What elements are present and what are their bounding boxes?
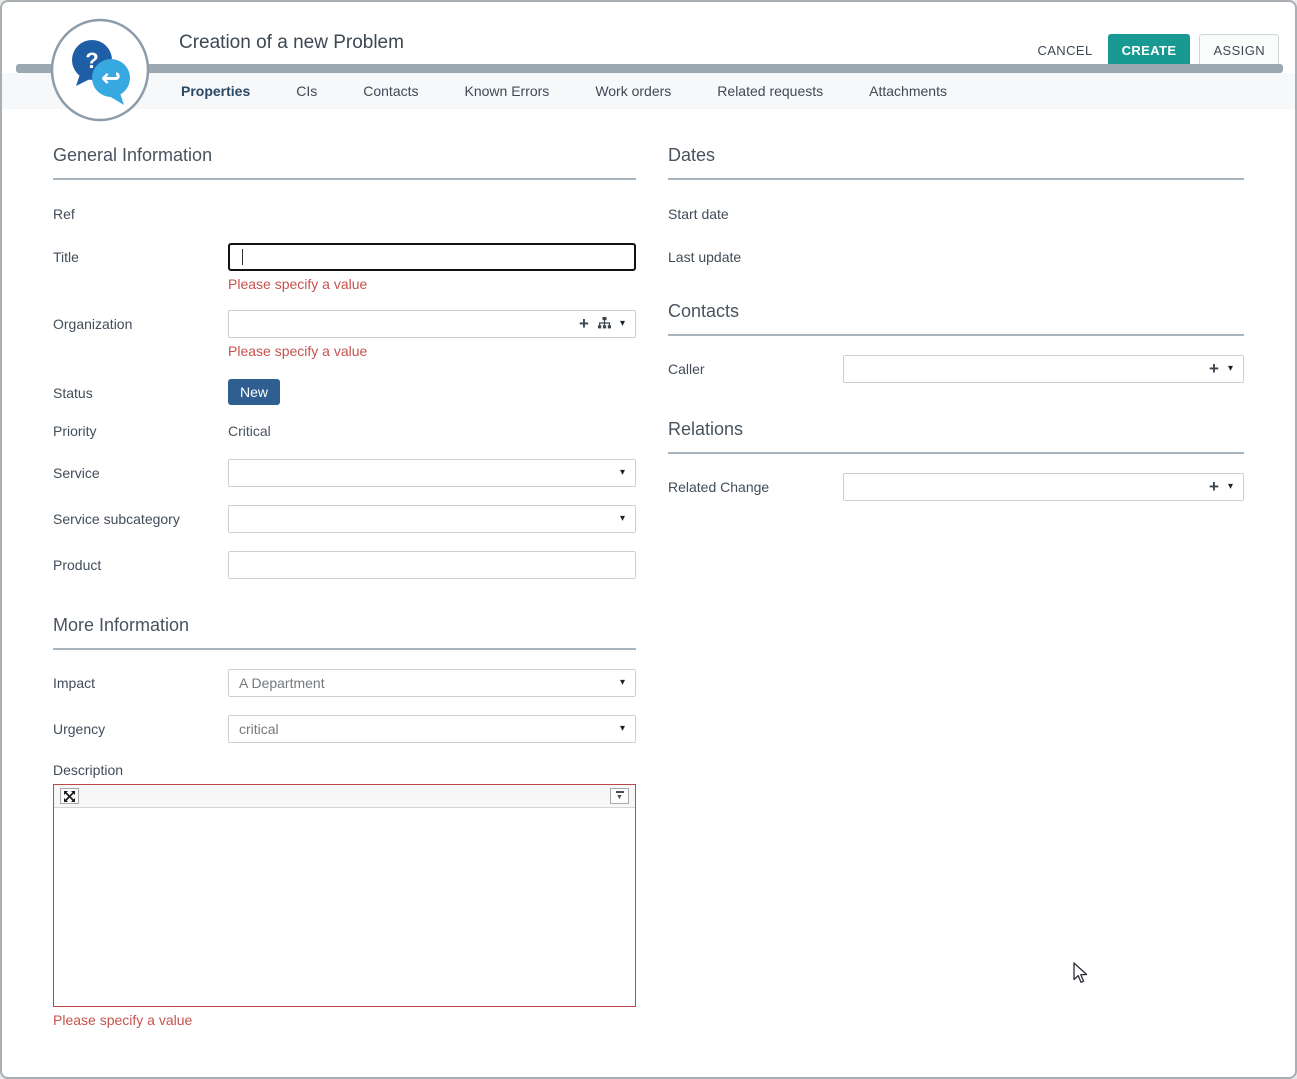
field-product: Product (53, 551, 636, 579)
status-badge: New (228, 379, 280, 405)
section-contacts: Contacts (668, 301, 1244, 336)
header-divider-bar (16, 64, 1283, 73)
left-column: General Information Ref Title Please spe… (53, 109, 636, 1077)
add-caller-icon[interactable]: + (1209, 360, 1219, 377)
service-subcategory-select[interactable]: ▾ (228, 505, 636, 533)
impact-value: A Department (239, 675, 325, 691)
page-title: Creation of a new Problem (179, 32, 404, 54)
urgency-label: Urgency (53, 715, 228, 743)
tab-related-requests[interactable]: Related requests (717, 83, 823, 99)
chevron-down-icon: ▾ (620, 468, 625, 478)
description-error: Please specify a value (53, 1012, 636, 1028)
status-label: Status (53, 379, 228, 405)
impact-select[interactable]: A Department ▾ (228, 669, 636, 697)
tab-work-orders[interactable]: Work orders (595, 83, 671, 99)
tab-properties[interactable]: Properties (181, 83, 250, 99)
section-dates: Dates (668, 145, 1244, 180)
related-change-label: Related Change (668, 473, 843, 501)
ref-label: Ref (53, 200, 228, 222)
chevron-down-icon[interactable]: ▾ (1228, 364, 1233, 374)
field-organization: Organization + (53, 310, 636, 359)
field-title: Title Please specify a value (53, 243, 636, 292)
impact-label: Impact (53, 669, 228, 697)
field-last-update: Last update (668, 243, 1244, 265)
priority-label: Priority (53, 417, 228, 439)
organization-label: Organization (53, 310, 228, 359)
description-editor-toolbar: ▼ (54, 785, 635, 808)
right-column: Dates Start date Last update Contacts Ca… (668, 109, 1244, 1077)
caller-label: Caller (668, 355, 843, 383)
add-related-change-icon[interactable]: + (1209, 478, 1219, 495)
add-organization-icon[interactable]: + (579, 315, 589, 332)
related-change-input[interactable]: + ▾ (843, 473, 1244, 501)
last-update-label: Last update (668, 243, 843, 265)
problem-class-icon: ? ↩ (50, 18, 150, 122)
service-label: Service (53, 459, 228, 487)
field-service: Service ▾ (53, 459, 636, 487)
title-input[interactable] (228, 243, 636, 271)
field-urgency: Urgency critical ▾ (53, 715, 636, 743)
start-date-label: Start date (668, 200, 843, 222)
field-status: Status New (53, 379, 636, 405)
description-label: Description (53, 762, 636, 778)
tab-known-errors[interactable]: Known Errors (465, 83, 550, 99)
section-relations: Relations (668, 419, 1244, 454)
toolbar-collapse-icon[interactable]: ▼ (610, 788, 629, 804)
product-input[interactable] (228, 551, 636, 579)
problem-creation-window: Creation of a new Problem CANCEL CREATE … (0, 0, 1297, 1079)
organization-input[interactable]: + ▾ (228, 310, 636, 338)
cancel-button[interactable]: CANCEL (1031, 35, 1098, 66)
field-service-subcategory: Service subcategory ▾ (53, 505, 636, 533)
product-label: Product (53, 551, 228, 579)
service-select[interactable]: ▾ (228, 459, 636, 487)
tab-contacts[interactable]: Contacts (363, 83, 418, 99)
maximize-icon[interactable] (60, 788, 79, 804)
section-more-information: More Information (53, 615, 636, 650)
assign-button[interactable]: ASSIGN (1199, 34, 1279, 67)
tab-bar: Properties CIs Contacts Known Errors Wor… (2, 73, 1295, 109)
urgency-select[interactable]: critical ▾ (228, 715, 636, 743)
urgency-value: critical (239, 721, 279, 737)
field-ref: Ref (53, 200, 636, 222)
text-caret (242, 249, 243, 265)
field-priority: Priority Critical (53, 417, 636, 439)
field-start-date: Start date (668, 200, 1244, 222)
mouse-cursor (1072, 962, 1092, 989)
tab-cis[interactable]: CIs (296, 83, 317, 99)
create-button[interactable]: CREATE (1108, 34, 1191, 67)
hierarchy-icon[interactable] (598, 316, 611, 332)
chevron-down-icon: ▾ (620, 514, 625, 524)
organization-error: Please specify a value (228, 343, 636, 359)
service-subcategory-label: Service subcategory (53, 505, 228, 533)
header-actions: CANCEL CREATE ASSIGN (1031, 34, 1279, 67)
field-related-change: Related Change + ▾ (668, 473, 1244, 501)
form-content: General Information Ref Title Please spe… (2, 109, 1295, 1077)
description-editor[interactable]: ▼ (53, 784, 636, 1007)
title-label: Title (53, 243, 228, 292)
tab-attachments[interactable]: Attachments (869, 83, 947, 99)
caller-input[interactable]: + ▾ (843, 355, 1244, 383)
chevron-down-icon[interactable]: ▾ (1228, 482, 1233, 492)
field-impact: Impact A Department ▾ (53, 669, 636, 697)
svg-text:↩: ↩ (101, 64, 121, 92)
field-caller: Caller + ▾ (668, 355, 1244, 383)
chevron-down-icon[interactable]: ▾ (620, 319, 625, 329)
priority-value: Critical (228, 417, 636, 439)
section-general-information: General Information (53, 145, 636, 180)
title-error: Please specify a value (228, 276, 636, 292)
chevron-down-icon: ▾ (620, 678, 625, 688)
chevron-down-icon: ▾ (620, 724, 625, 734)
description-editor-body[interactable] (54, 808, 635, 1006)
